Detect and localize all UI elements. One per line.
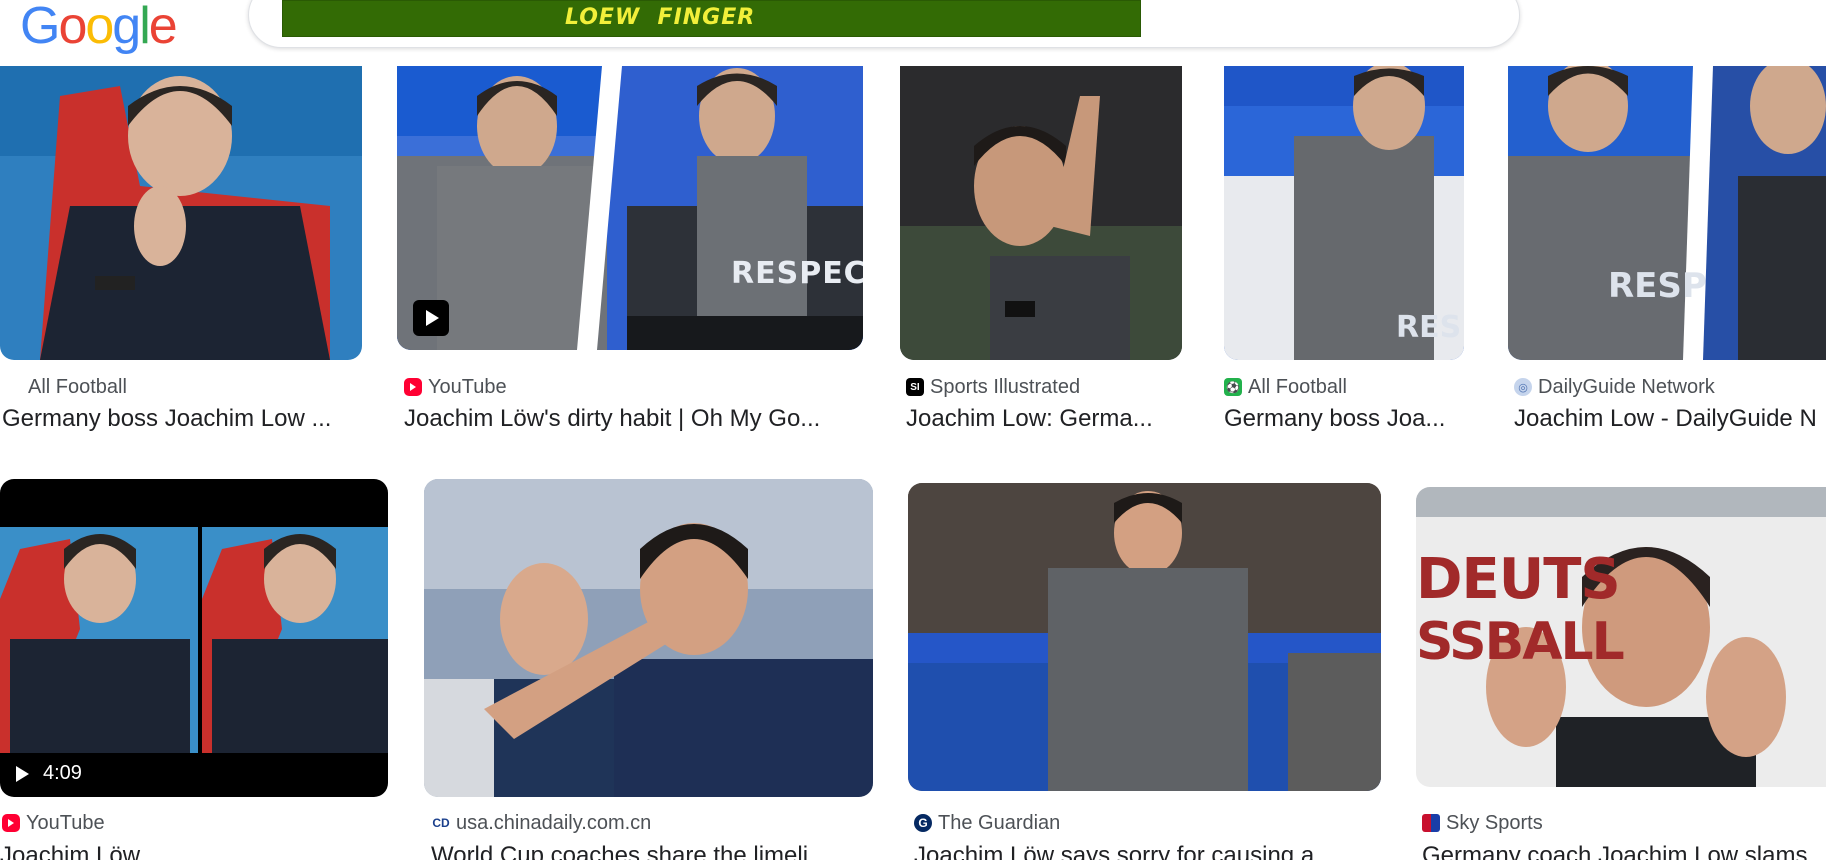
background-text: DEUTS (1416, 547, 1621, 612)
result-source[interactable]: CD usa.chinadaily.com.cn (432, 812, 651, 834)
youtube-icon (404, 378, 422, 396)
chinadaily-icon: CD (432, 814, 450, 832)
result-source[interactable]: All Football (28, 376, 127, 398)
logo-letter: G (20, 0, 60, 55)
result-title[interactable]: Joachim Löw (0, 842, 380, 860)
sky-icon (1422, 814, 1440, 832)
youtube-icon (2, 814, 20, 832)
result-title[interactable]: Germany boss Joachim Low ... (2, 405, 362, 433)
result-image-1[interactable] (0, 66, 362, 360)
logo-letter: o (85, 0, 114, 55)
google-logo[interactable]: Google (20, 0, 178, 55)
result-source-label: DailyGuide Network (1538, 375, 1715, 398)
result-title[interactable]: Joachim Löw says sorry for causing a (914, 842, 1374, 860)
watermark-text: RESP (1608, 266, 1707, 306)
result-source-label: usa.chinadaily.com.cn (456, 811, 652, 834)
result-source[interactable]: YouTube (404, 376, 507, 398)
result-source[interactable]: Sky Sports (1422, 812, 1543, 834)
logo-letter: l (139, 0, 150, 55)
result-title[interactable]: Germany boss Joa... (1224, 405, 1464, 433)
result-source[interactable]: ⚽ All Football (1224, 376, 1347, 398)
result-source[interactable]: SI Sports Illustrated (906, 376, 1080, 398)
coach-photo (0, 66, 362, 360)
guardian-icon: G (914, 814, 932, 832)
result-source-label: All Football (1248, 375, 1347, 398)
result-title[interactable]: Germany coach Joachim Low slams (1422, 842, 1826, 860)
result-source-label: Sports Illustrated (930, 375, 1081, 398)
logo-letter: e (148, 0, 178, 55)
duration-label: 4:09 (43, 762, 82, 784)
play-icon (413, 300, 449, 336)
coach-photo (424, 479, 873, 797)
result-source-label: YouTube (428, 375, 507, 398)
result-source-label: Sky Sports (1446, 811, 1543, 834)
result-image-4[interactable]: RESI (1224, 66, 1464, 360)
result-title[interactable]: Joachim Löw's dirty habit | Oh My Go... (404, 405, 856, 433)
result-image-5[interactable]: RESP (1508, 66, 1826, 360)
coach-photo (900, 66, 1182, 360)
video-duration: 4:09 (16, 762, 82, 785)
logo-letter: o (58, 0, 87, 55)
si-icon: SI (906, 378, 924, 396)
logo-letter: g (112, 0, 141, 55)
result-image-8[interactable] (908, 483, 1381, 791)
football-icon: ⚽ (1224, 378, 1242, 396)
result-source[interactable]: YouTube (2, 812, 105, 834)
result-image-7[interactable] (424, 479, 873, 797)
result-image-3[interactable] (900, 66, 1182, 360)
result-source[interactable]: G The Guardian (914, 812, 1060, 834)
search-query-text: LOEW FINGER (565, 5, 756, 30)
play-icon (16, 765, 29, 782)
coach-photo (397, 66, 863, 350)
background-text: SSBALL (1416, 612, 1625, 672)
result-image-2[interactable]: RESPECT (397, 66, 863, 350)
result-source-label: YouTube (26, 811, 105, 834)
coach-photo (1508, 66, 1826, 360)
result-image-9[interactable]: DEUTS SSBALL (1416, 487, 1826, 787)
result-title[interactable]: Joachim Low: Germa... (906, 405, 1178, 433)
watermark-text: RESPECT (731, 256, 863, 291)
coach-photo (908, 483, 1381, 791)
result-image-6[interactable]: 4:09 (0, 479, 388, 797)
result-title[interactable]: World Cup coaches share the limeli (431, 842, 871, 860)
result-source-label: All Football (28, 375, 127, 398)
result-title[interactable]: Joachim Low - DailyGuide N (1514, 405, 1826, 433)
globe-icon: ◎ (1514, 378, 1532, 396)
result-source-label: The Guardian (938, 811, 1061, 834)
result-source[interactable]: ◎ DailyGuide Network (1514, 376, 1715, 398)
watermark-text: RESI (1396, 310, 1464, 345)
video-thumbnail (0, 479, 388, 797)
